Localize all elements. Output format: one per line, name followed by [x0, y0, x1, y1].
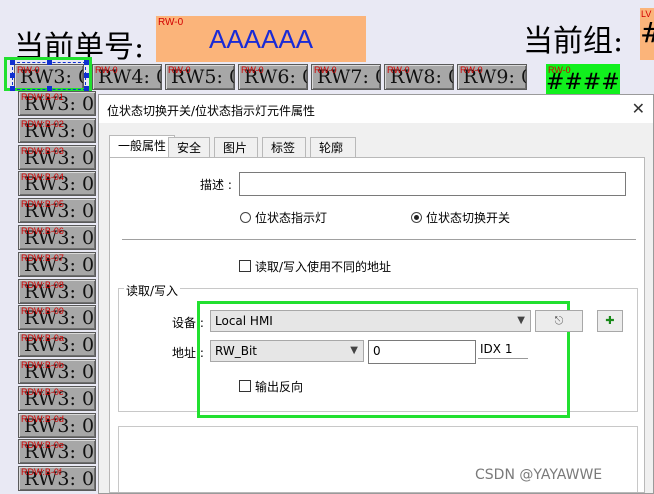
- add-tag-icon: ✚: [605, 314, 615, 327]
- rw-button-tag: RDW:B-0f: [21, 467, 62, 478]
- rw-button[interactable]: RW4: 0 RW-0: [92, 64, 162, 90]
- rw-button-tag: RDW:B-0e: [21, 440, 64, 451]
- rw-button-tag: RDW:B-03: [21, 145, 64, 156]
- rw-button-tag: RW-0: [387, 65, 410, 75]
- rw-column-button[interactable]: RW3: 0 RDW:B-04: [18, 171, 96, 197]
- rw-column-button[interactable]: RW3: 0 RDW:B-0a: [18, 332, 96, 358]
- radio-indicator[interactable]: [240, 212, 251, 223]
- radio-switch-label[interactable]: 位状态切换开关: [426, 209, 510, 226]
- address-label: 地址 :: [172, 346, 204, 360]
- resize-handle[interactable]: [84, 60, 89, 65]
- rw-column-button[interactable]: RW3: 0 RDW:B-08: [18, 278, 96, 304]
- invert-output-checkbox[interactable]: [239, 380, 251, 392]
- resize-handle[interactable]: [84, 73, 89, 78]
- properties-dialog: 位状态切换开关/位状态指示灯元件属性 ✕ 一般属性 安全 图片 标签 轮廓 描述…: [98, 94, 654, 494]
- rw-button-tag: RDW:B-02: [21, 118, 64, 129]
- radio-indicator-label[interactable]: 位状态指示灯: [255, 209, 327, 226]
- resize-handle[interactable]: [10, 86, 15, 91]
- invert-output-label[interactable]: 输出反向: [255, 378, 303, 395]
- rw-button-tag: RW-0: [314, 65, 337, 75]
- idx-label: IDX 1: [480, 342, 513, 356]
- rw-column-button[interactable]: RW3: 0 RDW:B-0c: [18, 385, 96, 411]
- green-status-display[interactable]: RW-0 ####: [546, 64, 620, 96]
- rw-button[interactable]: RW9: 0 RW-0: [457, 64, 527, 90]
- resize-handle[interactable]: [10, 73, 15, 78]
- tab-outline[interactable]: 轮廓: [310, 137, 356, 158]
- green-value: ####: [546, 70, 620, 95]
- tab-picture[interactable]: 图片: [214, 137, 258, 158]
- device-value: Local HMI: [215, 314, 273, 328]
- different-address-checkbox[interactable]: [239, 260, 251, 272]
- rw-button-tag: RDW:B-06: [21, 226, 64, 236]
- idx-underline: [478, 358, 528, 359]
- rw-button-tag: RDW:B-0c: [21, 386, 64, 397]
- rw-button-tag: RDW:B-09: [21, 306, 64, 317]
- rw-button[interactable]: RW5: 0 RW-0: [165, 64, 235, 90]
- radio-switch[interactable]: [411, 212, 422, 223]
- rw-button-tag: RW-0: [460, 65, 483, 75]
- device-settings-button[interactable]: ⎋: [535, 310, 583, 332]
- rw-column-button[interactable]: RW3: 0 RDW:B-05: [18, 198, 96, 224]
- add-device-button[interactable]: ✚: [597, 310, 623, 332]
- rw-button[interactable]: RW8: 0 RW-0: [384, 64, 454, 90]
- rw-button-tag: RDW:B-08: [21, 279, 64, 290]
- rw-button-tag: RDW:B-01: [21, 92, 64, 102]
- order-value: AAAAAA: [209, 24, 314, 54]
- read-write-group-label: 读取/写入: [124, 282, 181, 299]
- rw-column-button[interactable]: RW3: 0 RDW:B-0f: [18, 466, 96, 492]
- rw-column-button[interactable]: RW3: 0 RDW:B-01: [18, 91, 96, 116]
- description-label: 描述 :: [200, 178, 232, 192]
- rw-button-tag: RW-0: [241, 65, 264, 75]
- rw-column-button[interactable]: RW3: 0 RDW:B-09: [18, 305, 96, 331]
- rw-column-button[interactable]: RW3: 0 RDW:B-06: [18, 225, 96, 250]
- description-input[interactable]: [239, 172, 626, 196]
- order-number-display[interactable]: RW-0 AAAAAA: [156, 16, 366, 62]
- tab-panel-general: 描述 : 位状态指示灯 位状态切换开关 读取/写入使用不同的地址 读取/写入 设…: [109, 157, 645, 493]
- chevron-down-icon: ▼: [517, 315, 525, 326]
- address-input[interactable]: 0: [368, 340, 476, 364]
- rw-column-button[interactable]: RW3: 0 RDW:B-0d: [18, 412, 96, 438]
- dialog-title: 位状态切换开关/位状态指示灯元件属性: [107, 104, 316, 118]
- group-display[interactable]: LV #: [640, 8, 654, 60]
- rw-column-button[interactable]: RW3: 0 RDW:B-03: [18, 144, 96, 170]
- different-address-label[interactable]: 读取/写入使用不同的地址: [255, 258, 391, 275]
- rw-column-button[interactable]: RW3: 0 RDW:B-0e: [18, 439, 96, 465]
- tab-label[interactable]: 标签: [262, 137, 306, 158]
- order-tag: RW-0: [158, 17, 184, 28]
- tab-general[interactable]: 一般属性: [109, 135, 176, 158]
- rw-button-tag: RDW:B-0a: [21, 333, 64, 344]
- device-label: 设备 :: [172, 316, 204, 330]
- rw-column-button[interactable]: RW3: 0 RDW:B-0b: [18, 359, 96, 384]
- rw-button-tag: RDW:B-07: [21, 252, 64, 263]
- resize-handle[interactable]: [84, 86, 89, 91]
- resize-handle[interactable]: [47, 86, 52, 91]
- rw-button-tag: RW-0: [168, 65, 191, 75]
- device-select[interactable]: Local HMI ▼: [210, 310, 531, 332]
- rw-button-tag: RDW:B-04: [21, 172, 64, 183]
- rw-button[interactable]: RW7: 0 RW-0: [311, 64, 381, 90]
- divider: [122, 239, 636, 240]
- tag-icon: ⎋: [554, 314, 564, 327]
- rw-button-tag: RDW:B-0b: [21, 360, 64, 370]
- dialog-titlebar[interactable]: 位状态切换开关/位状态指示灯元件属性 ✕: [99, 95, 653, 123]
- address-type-value: RW_Bit: [215, 344, 257, 358]
- close-icon[interactable]: ✕: [632, 99, 645, 118]
- resize-handle[interactable]: [10, 60, 15, 65]
- rw-button[interactable]: RW6: 0 RW-0: [238, 64, 308, 90]
- watermark: CSDN @YAYAWWE: [475, 467, 603, 483]
- group-value: #: [640, 16, 654, 49]
- rw-button-tag: RDW:B-05: [21, 199, 64, 210]
- group-label: 当前组:: [523, 24, 624, 59]
- address-type-select[interactable]: RW_Bit ▼: [210, 340, 364, 362]
- rw-button-tag: RDW:B-0d: [21, 413, 64, 424]
- rw-column-button[interactable]: RW3: 0 RDW:B-07: [18, 251, 96, 277]
- resize-handle[interactable]: [47, 60, 52, 65]
- rw-column-button[interactable]: RW3: 0 RDW:B-02: [18, 117, 96, 143]
- tab-security[interactable]: 安全: [168, 137, 210, 158]
- rw-button-tag: RW-0: [95, 65, 118, 75]
- chevron-down-icon: ▼: [350, 345, 358, 356]
